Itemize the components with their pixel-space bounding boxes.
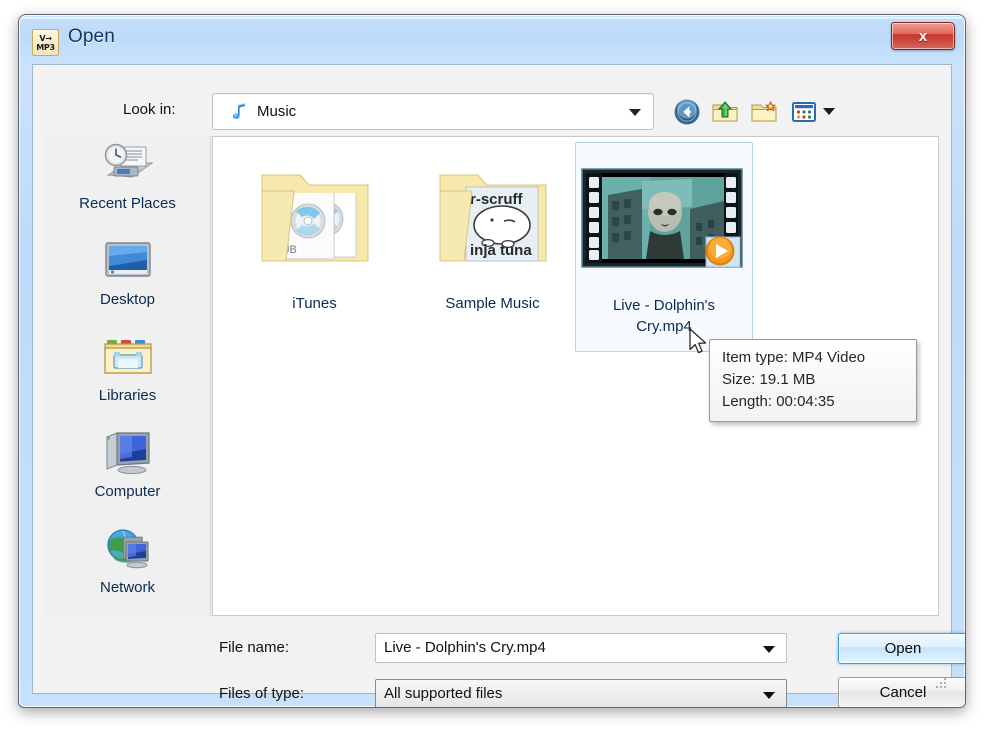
app-icon-line1: V→: [39, 33, 52, 43]
close-icon: x: [918, 27, 928, 45]
look-in-combobox[interactable]: Music: [212, 93, 654, 130]
titlebar-highlight: [22, 17, 962, 19]
chevron-down-icon[interactable]: [763, 692, 775, 699]
places-sidebar: Recent Places Desktop Libraries Computer…: [45, 136, 211, 616]
sidebar-item-desktop[interactable]: Desktop: [45, 232, 210, 328]
list-item-label: Live - Dolphin's Cry.mp4: [612, 297, 716, 335]
screen: V→ MP3 Open x Look in: Music Recent Plac…: [0, 0, 1000, 752]
sidebar-item-label: Computer: [94, 483, 161, 500]
svg-text:inja tuna: inja tuna: [470, 242, 532, 259]
sidebar-item-recent-places[interactable]: Recent Places: [45, 136, 210, 232]
svg-text:r-scruff: r-scruff: [470, 191, 524, 208]
up-folder-button[interactable]: [711, 98, 739, 126]
app-icon-line2: MP3: [36, 42, 55, 52]
file-tooltip: Item type: MP4 Video Size: 19.1 MB Lengt…: [709, 339, 917, 422]
files-of-type-value: All supported files: [384, 685, 503, 702]
resize-grip[interactable]: [934, 678, 948, 692]
sidebar-item-computer[interactable]: Computer: [45, 424, 210, 520]
libraries-icon: [101, 328, 155, 386]
places-list: Recent Places Desktop Libraries Computer…: [45, 136, 210, 616]
recent-places-icon: [100, 136, 156, 194]
open-button[interactable]: Open: [838, 633, 965, 664]
new-folder-button[interactable]: [750, 98, 778, 126]
list-item[interactable]: Live - Dolphin's Cry.mp4: [575, 142, 753, 352]
folder-icon: JB: [227, 143, 402, 293]
computer-icon: [101, 424, 155, 482]
list-item[interactable]: JB iTunes: [227, 143, 402, 343]
music-note-icon: [229, 102, 249, 122]
window-title: Open: [68, 26, 115, 47]
video-thumbnail-icon: [576, 143, 752, 295]
sidebar-item-network[interactable]: Network: [45, 520, 210, 616]
views-button[interactable]: [790, 98, 818, 126]
views-chevron-down-icon[interactable]: [823, 108, 835, 115]
sidebar-item-label: Recent Places: [79, 195, 176, 212]
back-button[interactable]: [673, 98, 701, 126]
network-icon: [101, 520, 155, 578]
close-button[interactable]: x: [891, 22, 955, 50]
folder-icon: r-scruff inja tuna: [405, 143, 580, 293]
list-item[interactable]: r-scruff inja tuna Sample Music: [405, 143, 580, 343]
file-name-input[interactable]: Live - Dolphin's Cry.mp4: [375, 633, 787, 663]
tooltip-size: Size: 19.1 MB: [722, 371, 816, 388]
open-button-label: Open: [884, 640, 922, 657]
files-of-type-select[interactable]: All supported files: [375, 679, 787, 707]
look-in-value: Music: [257, 103, 297, 120]
list-item-label: Sample Music: [445, 295, 540, 312]
sidebar-item-label: Network: [99, 579, 155, 596]
tooltip-item-type: Item type: MP4 Video: [722, 349, 866, 366]
file-name-label: File name:: [219, 639, 290, 656]
app-icon: V→ MP3: [32, 29, 59, 56]
look-in-label: Look in:: [123, 101, 176, 118]
tooltip-length: Length: 00:04:35: [722, 393, 835, 410]
file-name-value: Live - Dolphin's Cry.mp4: [384, 639, 546, 656]
files-of-type-label: Files of type:: [219, 685, 305, 702]
cancel-button-label: Cancel: [879, 684, 927, 701]
sidebar-item-label: Libraries: [98, 387, 157, 404]
chevron-down-icon: [629, 108, 641, 116]
title-bar: V→ MP3 Open x: [20, 16, 964, 64]
chevron-down-icon[interactable]: [763, 646, 775, 653]
desktop-icon: [101, 232, 155, 290]
sidebar-item-libraries[interactable]: Libraries: [45, 328, 210, 424]
sidebar-item-label: Desktop: [99, 291, 156, 308]
list-item-label: iTunes: [292, 295, 337, 312]
